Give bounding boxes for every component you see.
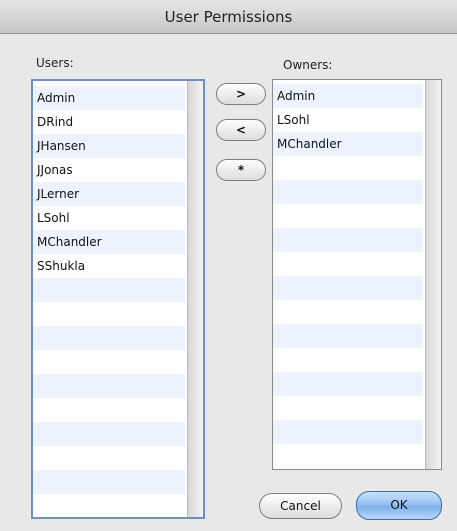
ok-button[interactable]: OK bbox=[356, 491, 442, 520]
list-item[interactable]: DRind bbox=[33, 110, 185, 134]
list-item[interactable]: JHansen bbox=[33, 134, 185, 158]
empty-row bbox=[33, 350, 185, 374]
empty-row bbox=[33, 374, 185, 398]
empty-row bbox=[33, 494, 185, 517]
list-item[interactable]: JLerner bbox=[33, 182, 185, 206]
empty-row bbox=[273, 180, 423, 204]
list-item[interactable]: Admin bbox=[273, 84, 423, 108]
empty-row bbox=[273, 396, 423, 420]
empty-row bbox=[273, 324, 423, 348]
empty-row bbox=[33, 398, 185, 422]
add-all-button[interactable]: * bbox=[216, 159, 266, 181]
users-list[interactable]: Admin DRind JHansen JJonas JLerner LSohl… bbox=[31, 79, 205, 519]
empty-row bbox=[273, 348, 423, 372]
remove-owner-button[interactable]: < bbox=[216, 119, 266, 141]
list-item[interactable]: Admin bbox=[33, 86, 185, 110]
empty-row bbox=[273, 372, 423, 396]
empty-row bbox=[273, 420, 423, 444]
owners-rows: Admin LSohl MChandler bbox=[273, 84, 423, 468]
owners-label: Owners: bbox=[283, 58, 333, 72]
empty-row bbox=[273, 444, 423, 468]
empty-row bbox=[33, 278, 185, 302]
list-item[interactable]: JJonas bbox=[33, 158, 185, 182]
users-label: Users: bbox=[36, 56, 74, 70]
list-item[interactable]: LSohl bbox=[33, 206, 185, 230]
list-item[interactable]: MChandler bbox=[273, 132, 423, 156]
users-scrollbar[interactable] bbox=[187, 81, 203, 517]
empty-row bbox=[33, 422, 185, 446]
add-owner-button[interactable]: > bbox=[216, 83, 266, 105]
list-item[interactable]: MChandler bbox=[33, 230, 185, 254]
empty-row bbox=[33, 470, 185, 494]
empty-row bbox=[273, 156, 423, 180]
empty-row bbox=[273, 300, 423, 324]
list-item[interactable]: SShukla bbox=[33, 254, 185, 278]
list-item[interactable]: LSohl bbox=[273, 108, 423, 132]
empty-row bbox=[273, 252, 423, 276]
users-rows: Admin DRind JHansen JJonas JLerner LSohl… bbox=[33, 86, 185, 517]
empty-row bbox=[273, 276, 423, 300]
window-title: User Permissions bbox=[0, 0, 457, 34]
owners-list[interactable]: Admin LSohl MChandler bbox=[272, 79, 442, 470]
empty-row bbox=[33, 326, 185, 350]
empty-row bbox=[273, 228, 423, 252]
empty-row bbox=[33, 446, 185, 470]
empty-row bbox=[33, 302, 185, 326]
cancel-button[interactable]: Cancel bbox=[259, 493, 342, 519]
owners-scrollbar[interactable] bbox=[425, 80, 441, 469]
empty-row bbox=[273, 204, 423, 228]
